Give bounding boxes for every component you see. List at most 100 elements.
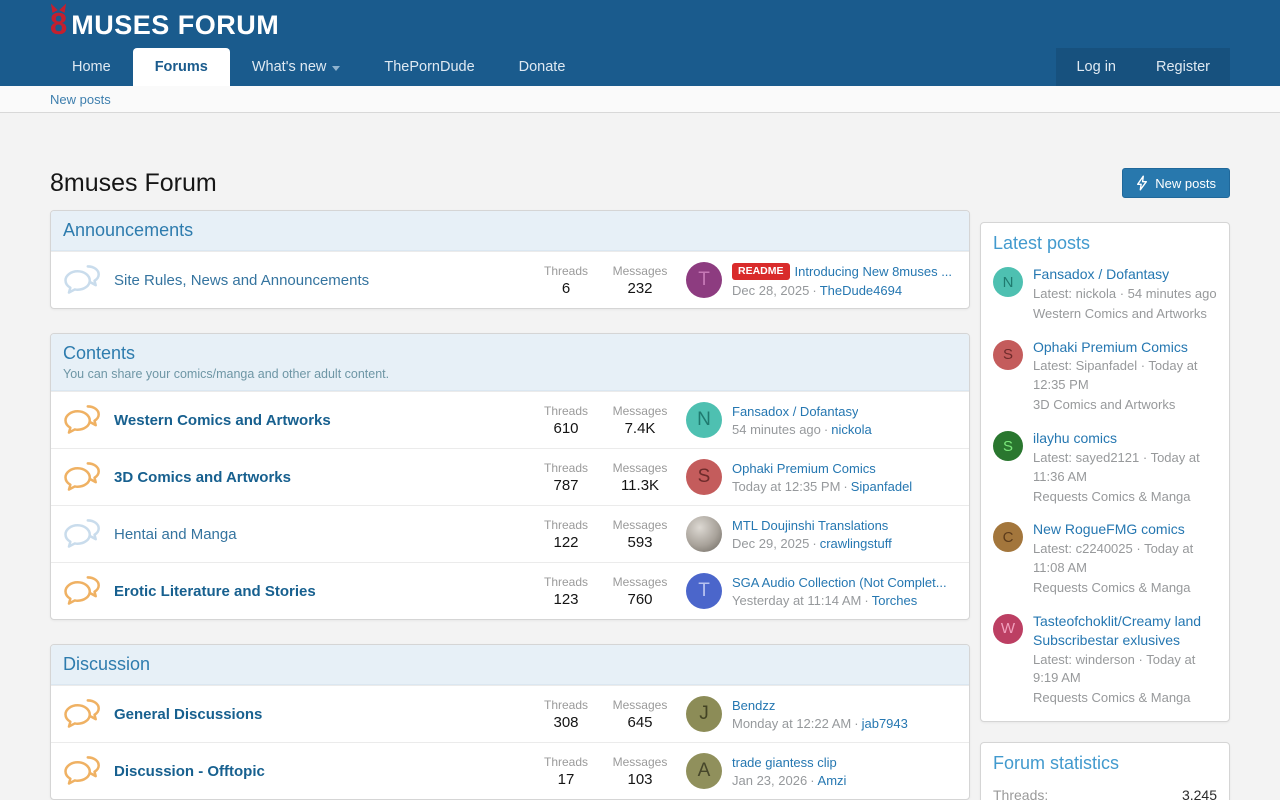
last-user-link[interactable]: nickola (831, 422, 871, 437)
readme-badge: README (732, 263, 790, 280)
nav-donate[interactable]: Donate (497, 48, 588, 86)
latest-post-forum: Requests Comics & Manga (1033, 488, 1217, 507)
threads-label: Threads (534, 461, 598, 475)
latest-post-forum: 3D Comics and Artworks (1033, 396, 1217, 415)
category-title[interactable]: Announcements (63, 220, 957, 241)
avatar[interactable]: N (993, 267, 1023, 297)
category-title[interactable]: Contents (63, 343, 957, 364)
threads-label: Threads (534, 518, 598, 532)
avatar-letter: T (698, 269, 710, 291)
node-title-link[interactable]: Site Rules, News and Announcements (114, 272, 534, 289)
avatar[interactable]: S (686, 459, 722, 495)
nav-forums[interactable]: Forums (133, 48, 230, 86)
last-post: Fansadox / Dofantasy 54 minutes ago·nick… (732, 404, 957, 437)
nav-home[interactable]: Home (50, 48, 133, 86)
register-button[interactable]: Register (1136, 48, 1230, 86)
comments-icon (63, 698, 101, 731)
avatar[interactable]: S (993, 340, 1023, 370)
last-thread-link[interactable]: Ophaki Premium Comics (732, 461, 876, 476)
last-post: README Introducing New 8muses ... Dec 28… (732, 263, 957, 298)
last-thread-link[interactable]: MTL Doujinshi Translations (732, 518, 888, 533)
logo-devil-8-icon: 8 (50, 8, 67, 39)
login-button[interactable]: Log in (1056, 48, 1136, 86)
comments-icon (63, 264, 101, 297)
new-posts-button[interactable]: New posts (1122, 168, 1230, 198)
last-thread-link[interactable]: Bendzz (732, 698, 775, 713)
nav-whats-new[interactable]: What's new (230, 48, 363, 86)
photo-avatar[interactable] (686, 516, 722, 552)
avatar[interactable]: C (993, 522, 1023, 552)
forum-node-discussion-offtopic: Discussion - Offtopic Threads17 Messages… (51, 742, 969, 799)
last-thread-link[interactable]: trade giantess clip (732, 755, 837, 770)
nav-theporndude[interactable]: ThePornDude (362, 48, 496, 86)
last-user-link[interactable]: crawlingstuff (820, 536, 892, 551)
nav-whats-new-label: What's new (252, 59, 327, 75)
threads-count: 123 (534, 591, 598, 608)
comments-icon (63, 518, 101, 551)
category-contents: Contents You can share your comics/manga… (50, 333, 970, 620)
messages-label: Messages (608, 575, 672, 589)
comments-icon (63, 755, 101, 788)
avatar[interactable]: A (686, 753, 722, 789)
auth-nav: Log in Register (1056, 48, 1230, 86)
avatar[interactable]: S (993, 431, 1023, 461)
forum-node-site-rules: Site Rules, News and Announcements Threa… (51, 251, 969, 308)
avatar[interactable]: N (686, 402, 722, 438)
last-post: Bendzz Monday at 12:22 AM·jab7943 (732, 698, 957, 731)
node-title-link[interactable]: Erotic Literature and Stories (114, 583, 534, 600)
subnav-new-posts-link[interactable]: New posts (50, 92, 111, 107)
site-logo[interactable]: 8 MUSES FORUM (50, 8, 279, 41)
last-user-link[interactable]: jab7943 (862, 716, 908, 731)
latest-post-thread-link[interactable]: New RogueFMG comics (1033, 520, 1217, 539)
latest-post-thread-link[interactable]: Fansadox / Dofantasy (1033, 265, 1217, 284)
category-announcements: Announcements Site Rules, News and Annou… (50, 210, 970, 309)
node-stats: Threads17 Messages103 (534, 755, 672, 788)
meta-separator: · (810, 773, 814, 788)
threads-label: Threads (534, 698, 598, 712)
node-title-link[interactable]: Hentai and Manga (114, 526, 534, 543)
latest-post-thread-link[interactable]: Ophaki Premium Comics (1033, 338, 1217, 357)
last-post: MTL Doujinshi Translations Dec 29, 2025·… (732, 518, 957, 551)
avatar-letter: S (1003, 346, 1013, 363)
last-thread-link[interactable]: Fansadox / Dofantasy (732, 404, 858, 419)
category-discussion: Discussion General Discussions Threads30… (50, 644, 970, 800)
avatar[interactable]: T (686, 262, 722, 298)
last-thread-link[interactable]: Introducing New 8muses ... (795, 264, 953, 279)
forum-statistics-widget: Forum statistics Threads: 3,245 Messages… (980, 742, 1230, 800)
last-thread-link[interactable]: SGA Audio Collection (Not Complet... (732, 575, 947, 590)
node-title-link[interactable]: Western Comics and Artworks (114, 412, 534, 429)
forum-statistics-body: Threads: 3,245 Messages: 34,376 Members:… (981, 778, 1229, 800)
node-title-link[interactable]: General Discussions (114, 706, 534, 723)
node-title-link[interactable]: Discussion - Offtopic (114, 763, 534, 780)
category-title[interactable]: Discussion (63, 654, 957, 675)
latest-post-meta: Latest: c2240025 · Today at 11:08 AM (1033, 540, 1217, 578)
category-header: Contents You can share your comics/manga… (51, 334, 969, 391)
stat-label: Threads: (993, 784, 1048, 800)
latest-post-thread-link[interactable]: Tasteofchoklit/Creamy land Subscribestar… (1033, 612, 1217, 650)
latest-post-thread-link[interactable]: ilayhu comics (1033, 429, 1217, 448)
meta-separator: · (812, 283, 816, 298)
messages-count: 760 (608, 591, 672, 608)
lightning-bolt-icon (1136, 175, 1148, 191)
avatar[interactable]: T (686, 573, 722, 609)
site-header: 8 MUSES FORUM Home Forums What's new The… (0, 0, 1280, 113)
forum-list: Announcements Site Rules, News and Annou… (50, 210, 970, 800)
meta-separator: · (843, 479, 847, 494)
last-user-link[interactable]: Torches (872, 593, 918, 608)
avatar[interactable]: J (686, 696, 722, 732)
forum-node-3d-comics: 3D Comics and Artworks Threads787 Messag… (51, 448, 969, 505)
last-post: trade giantess clip Jan 23, 2026·Amzi (732, 755, 957, 788)
avatar-letter: N (1003, 274, 1014, 291)
node-stats: Threads787 Messages11.3K (534, 461, 672, 494)
last-user-link[interactable]: Sipanfadel (851, 479, 912, 494)
last-user-link[interactable]: Amzi (818, 773, 847, 788)
node-title-link[interactable]: 3D Comics and Artworks (114, 469, 534, 486)
last-post: SGA Audio Collection (Not Complet... Yes… (732, 575, 957, 608)
latest-post-item: S Ophaki Premium Comics Latest: Sipanfad… (981, 331, 1229, 422)
nav-spacer (587, 48, 1056, 86)
avatar[interactable]: W (993, 614, 1023, 644)
forum-node-general-discussions: General Discussions Threads308 Messages6… (51, 685, 969, 742)
last-user-link[interactable]: TheDude4694 (820, 283, 902, 298)
node-stats: Threads6 Messages232 (534, 264, 672, 297)
comments-icon (63, 461, 101, 494)
